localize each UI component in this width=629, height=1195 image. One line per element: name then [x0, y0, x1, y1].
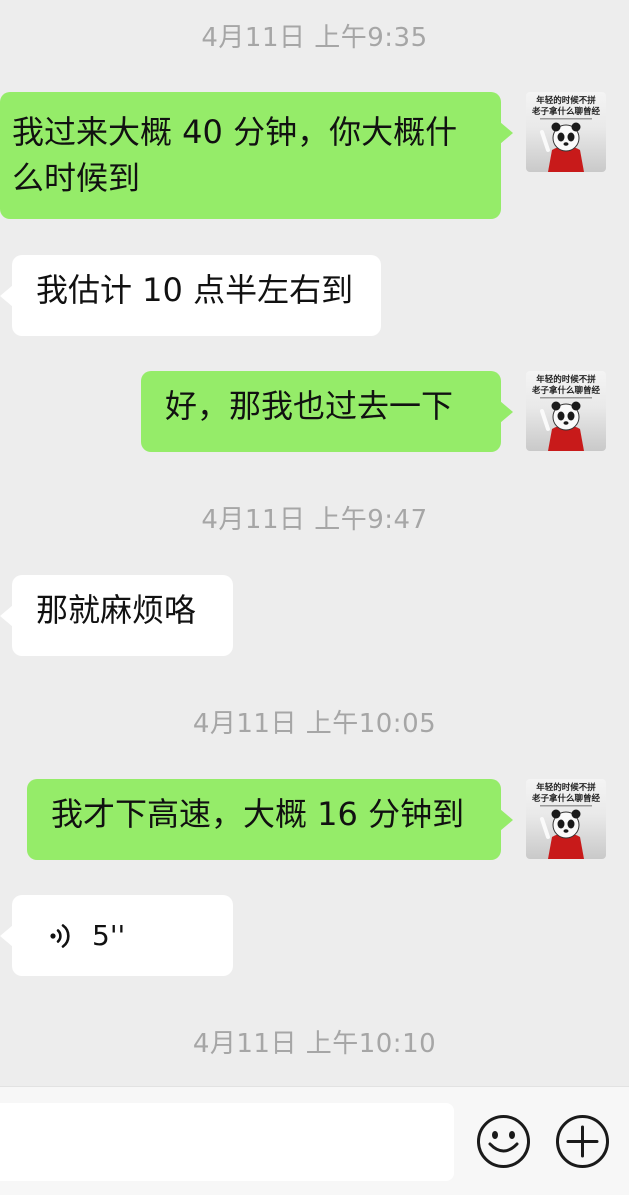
avatar-caption: 老子拿什么聊曾经 — [531, 793, 601, 804]
user-avatar[interactable]: 年轻的时候不拼 老子拿什么聊曾经 — [526, 371, 606, 451]
chat-area: 4月11日 上午9:35 我过来大概 40 分钟，你大概什 么时候到 年轻的时候… — [0, 0, 629, 1086]
message-bubble-outgoing[interactable]: 我才下高速，大概 16 分钟到 — [27, 779, 513, 860]
message-text: 我估计 10 点半左右到 — [36, 271, 354, 309]
voice-message-bubble[interactable]: 5'' — [0, 895, 233, 976]
panda-avatar-icon: 年轻的时候不拼 老子拿什么聊曾经 — [531, 782, 601, 859]
timestamp: 4月11日 上午10:05 — [192, 709, 437, 739]
message-text: 我才下高速，大概 16 分钟到 — [51, 795, 465, 833]
message-bubble-incoming[interactable]: 那就麻烦咯 — [0, 575, 233, 656]
avatar-caption: 年轻的时候不拼 — [536, 95, 596, 106]
avatar-caption: 老子拿什么聊曾经 — [531, 106, 601, 117]
panda-avatar-icon: 年轻的时候不拼 老子拿什么聊曾经 — [531, 374, 601, 451]
user-avatar[interactable]: 年轻的时候不拼 老子拿什么聊曾经 — [526, 779, 606, 859]
emoji-icon[interactable] — [476, 1114, 531, 1169]
avatar-caption: 年轻的时候不拼 — [536, 782, 596, 793]
input-bar — [0, 1086, 629, 1195]
message-bubble-incoming[interactable]: 我估计 10 点半左右到 — [0, 255, 381, 336]
message-text-line: 我过来大概 40 分钟，你大概什 — [12, 113, 458, 151]
message-text-line: 么时候到 — [12, 159, 141, 197]
voice-duration: 5'' — [92, 919, 126, 952]
avatar-caption: 年轻的时候不拼 — [536, 374, 596, 385]
voice-wave-icon — [50, 924, 70, 948]
message-input[interactable] — [0, 1103, 454, 1181]
message-bubble-outgoing[interactable]: 好，那我也过去一下 — [141, 371, 513, 452]
user-avatar[interactable]: 年轻的时候不拼 老子拿什么聊曾经 — [526, 92, 606, 172]
timestamp: 4月11日 上午10:10 — [192, 1029, 437, 1059]
message-bubble-outgoing[interactable]: 我过来大概 40 分钟，你大概什 么时候到 — [0, 92, 513, 219]
message-text: 好，那我也过去一下 — [165, 387, 454, 425]
message-text: 那就麻烦咯 — [36, 591, 197, 629]
plus-icon[interactable] — [555, 1114, 610, 1169]
timestamp: 4月11日 上午9:35 — [201, 23, 428, 53]
panda-avatar-icon: 年轻的时候不拼 老子拿什么聊曾经 — [531, 95, 601, 172]
timestamp: 4月11日 上午9:47 — [201, 505, 428, 535]
avatar-caption: 老子拿什么聊曾经 — [531, 385, 601, 396]
